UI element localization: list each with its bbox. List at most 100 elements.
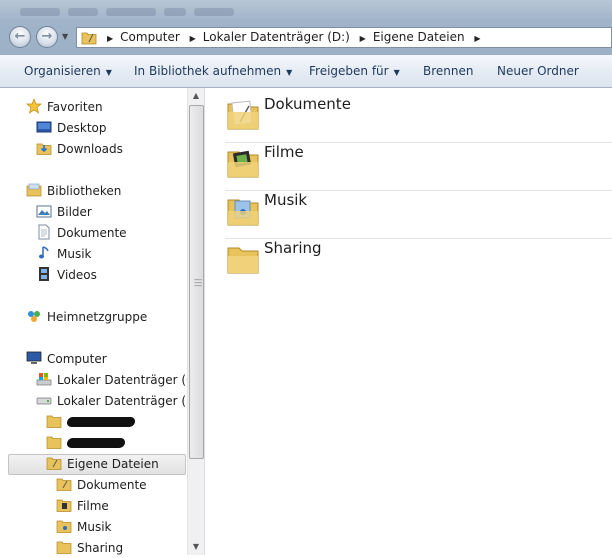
nav-sub-music[interactable]: Musik [56,517,112,537]
navigation-scrollbar[interactable]: ▲ — — — ▼ [187,88,204,555]
nav-sub-sharing-label: Sharing [77,541,124,555]
folder-name: Dokumente [264,95,351,113]
system-drive-icon [36,373,52,386]
breadcrumb: ▶ Computer ▶ Lokaler Datenträger (D:) ▶ Eig… [101,28,488,47]
film-icon [39,267,49,281]
burn-button[interactable]: Brennen [423,55,473,87]
nav-sub-sharing[interactable]: Sharing [56,538,123,558]
chevron-right-icon[interactable]: ▶ [190,34,196,43]
folder-icon [46,457,62,470]
nav-favorites-label: Favoriten [47,100,103,114]
nav-downloads-label: Downloads [57,142,123,156]
include-library-label: In Bibliothek aufnehmen [134,64,282,78]
music-note-icon [39,246,49,259]
organize-button[interactable]: Organisieren ▼ [24,55,112,87]
include-in-library-button[interactable]: In Bibliothek aufnehmen ▼ [134,55,292,87]
nav-videos-label: Videos [57,268,97,282]
folder-name: Musik [264,191,308,209]
folder-name: Sharing [264,239,322,257]
nav-music[interactable]: Musik [36,244,92,264]
nav-libraries-label: Bibliotheken [47,184,122,198]
command-bar: Organisieren ▼ In Bibliothek aufnehmen ▼ F… [0,55,612,88]
star-icon [26,98,42,114]
nav-desktop-label: Desktop [57,121,107,135]
folder-name: Filme [264,143,304,161]
video-folder-icon [56,499,72,512]
nav-sub-documents-label: Dokumente [77,478,147,492]
nav-favorites[interactable]: Favoriten [26,97,103,117]
folder-tile-movies[interactable]: Filme [226,139,612,187]
content-pane: Dokumente Filme Musik Sharing [209,88,612,555]
video-folder-icon [227,150,259,178]
breadcrumb-computer[interactable]: Computer [120,30,180,44]
nav-redacted-folder-1[interactable] [46,412,136,432]
nav-downloads[interactable]: Downloads [36,139,123,159]
nav-homegroup-label: Heimnetzgruppe [47,310,148,324]
music-folder-icon [56,520,72,533]
nav-pictures[interactable]: Bilder [36,202,92,222]
nav-redacted-folder-2[interactable] [46,433,126,453]
computer-icon [26,351,42,364]
nav-desktop[interactable]: Desktop [36,118,107,138]
new-folder-button[interactable]: Neuer Ordner [497,55,579,87]
downloads-folder-icon [36,143,52,155]
nav-sub-movies[interactable]: Filme [56,496,109,516]
nav-libraries[interactable]: Bibliotheken [26,181,121,201]
nav-drive-c[interactable]: Lokaler Datenträger (C:) [36,370,203,390]
window-titlebar: ← → ▼ ▶ Computer ▶ Lokaler Datenträger (D:… [0,0,612,55]
chevron-right-icon[interactable]: ▶ [107,34,113,43]
nav-drive-d[interactable]: Lokaler Datenträger (D:) [36,391,204,411]
desktop-icon [36,121,52,133]
nav-videos[interactable]: Videos [36,265,97,285]
folder-icon [227,247,259,274]
chevron-right-icon[interactable]: ▶ [360,34,366,43]
nav-documents[interactable]: Dokumente [36,223,127,243]
forward-button[interactable]: → [36,26,58,48]
homegroup-icon [28,311,40,322]
folder-icon [46,436,62,449]
libraries-icon [26,183,42,197]
nav-sub-movies-label: Filme [77,499,109,513]
nav-homegroup[interactable]: Heimnetzgruppe [26,307,147,327]
folder-tile-documents[interactable]: Dokumente [226,91,612,139]
nav-drive-c-label: Lokaler Datenträger (C:) [57,373,204,387]
nav-documents-label: Dokumente [57,226,127,240]
blurred-window-background [20,4,580,20]
nav-computer-label: Computer [47,352,107,366]
grip-icon: — — — [194,275,202,290]
dropdown-arrow-icon: ▼ [393,68,400,77]
nav-pictures-label: Bilder [57,205,92,219]
share-with-button[interactable]: Freigeben für ▼ [309,55,400,87]
nav-sub-documents[interactable]: Dokumente [56,475,147,495]
nav-eigene-dateien-label: Eigene Dateien [67,457,159,471]
folder-icon [56,541,72,554]
dropdown-arrow-icon: ▼ [286,68,293,77]
drive-icon [36,397,52,405]
folder-icon [46,415,62,428]
pictures-icon [36,205,52,218]
address-bar[interactable]: ▶ Computer ▶ Lokaler Datenträger (D:) ▶ Eig… [76,27,612,48]
breadcrumb-drive-d[interactable]: Lokaler Datenträger (D:) [203,30,350,44]
scroll-down-arrow-icon[interactable]: ▼ [188,539,204,555]
scroll-up-arrow-icon[interactable]: ▲ [188,88,204,104]
navigation-pane: Favoriten Desktop Downloads Bibliotheken… [0,88,205,555]
document-icon [38,224,50,240]
folder-icon [227,100,259,130]
nav-drive-d-label: Lokaler Datenträger (D:) [57,394,205,408]
nav-sub-music-label: Musik [77,520,112,534]
nav-eigene-dateien[interactable]: Eigene Dateien [46,454,159,474]
back-button[interactable]: ← [9,26,31,48]
scrollbar-thumb[interactable]: — — — [189,105,204,459]
folder-tile-sharing[interactable]: Sharing [226,235,612,283]
recent-pages-dropdown[interactable]: ▼ [62,32,68,41]
dropdown-arrow-icon: ▼ [105,68,112,77]
share-label: Freigeben für [309,64,389,78]
folder-icon [56,478,72,491]
nav-computer[interactable]: Computer [26,349,107,369]
redacted-label [66,438,126,448]
breadcrumb-eigene-dateien[interactable]: Eigene Dateien [373,30,465,44]
nav-music-label: Musik [57,247,92,261]
folder-icon [81,32,97,45]
chevron-right-icon[interactable]: ▶ [474,34,480,43]
folder-tile-music[interactable]: Musik [226,187,612,235]
